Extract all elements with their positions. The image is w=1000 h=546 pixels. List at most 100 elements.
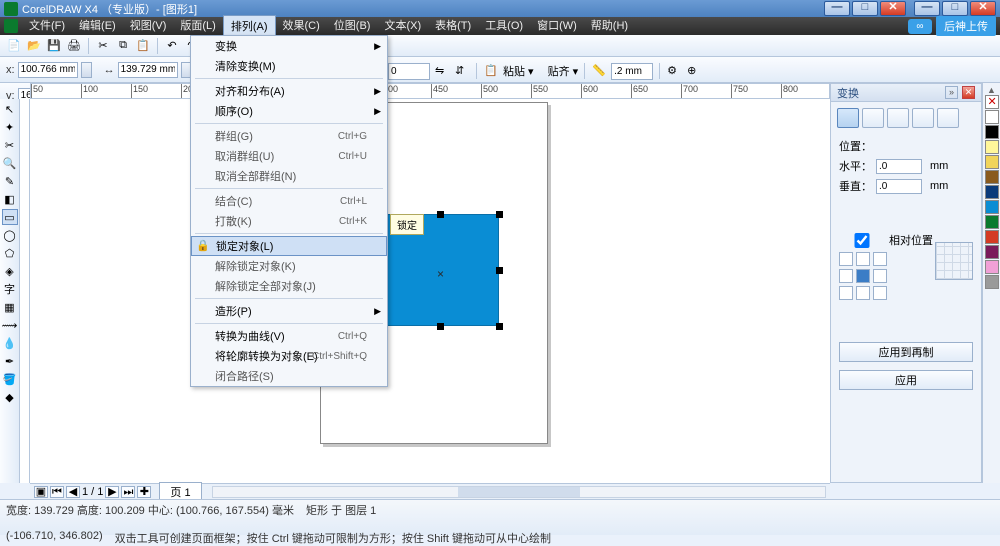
align-label[interactable]: 贴齐 ▾ [548,63,579,79]
mirror-v-button[interactable]: ⇵ [454,63,470,79]
selection-handle[interactable] [437,211,444,218]
color-swatch[interactable] [985,215,999,229]
menu-2[interactable]: 视图(V) [123,15,174,37]
docker-close-button[interactable]: ✕ [962,86,975,99]
menu-1[interactable]: 编辑(E) [72,15,123,37]
stroke-input[interactable] [611,63,653,80]
tab-add-button[interactable]: ▣ [34,486,48,498]
paste-menu[interactable]: 📋 [483,63,499,79]
doc-minimize-button[interactable]: — [824,1,850,16]
tab-skew[interactable] [937,108,959,128]
color-swatch[interactable] [985,170,999,184]
fill-tool[interactable]: 🪣 [2,371,18,387]
menu-10[interactable]: 窗口(W) [530,15,584,37]
text-tool[interactable]: 字 [2,281,18,297]
h-input[interactable] [876,159,922,174]
swatch-none[interactable]: ✕ [985,95,999,109]
relative-checkbox-input[interactable] [839,233,885,248]
undo-button[interactable]: ↶ [164,38,180,54]
extra-btn-2[interactable]: ⊕ [686,63,702,79]
menu-9[interactable]: 工具(O) [478,15,530,37]
color-swatch[interactable] [985,275,999,289]
color-swatch[interactable] [985,125,999,139]
blend-tool[interactable]: ⟿ [2,317,18,333]
menu-item[interactable]: 清除变换(M) [191,56,387,76]
ellipse-tool[interactable]: ◯ [2,227,18,243]
menu-8[interactable]: 表格(T) [428,15,478,37]
tab-position[interactable] [837,108,859,128]
table-tool[interactable]: ▦ [2,299,18,315]
selection-handle[interactable] [496,211,503,218]
canvas[interactable]: × [30,99,830,483]
v-input[interactable] [876,179,922,194]
next-page-button[interactable]: ▶ [105,486,119,498]
polygon-tool[interactable]: ⬠ [2,245,18,261]
paste-button[interactable]: 📋 [135,38,151,54]
selection-handle[interactable] [496,267,503,274]
pick-tool[interactable]: ↖ [2,101,18,117]
menu-item[interactable]: 转换为曲线(V)Ctrl+Q [191,326,387,346]
menu-item[interactable]: 将轮廓转换为对象(E)Ctrl+Shift+Q [191,346,387,366]
tab-size[interactable] [912,108,934,128]
menu-5[interactable]: 效果(C) [276,15,327,37]
x-input[interactable] [18,62,78,78]
open-button[interactable]: 📂 [26,38,42,54]
minimize-button[interactable]: — [914,1,940,16]
rectangle-tool[interactable]: ▭ [2,209,18,225]
save-button[interactable]: 💾 [46,38,62,54]
zoom-tool[interactable]: 🔍 [2,155,18,171]
tab-rotate[interactable] [862,108,884,128]
freehand-tool[interactable]: ✎ [2,173,18,189]
color-swatch[interactable] [985,245,999,259]
menu-11[interactable]: 帮助(H) [584,15,635,37]
menu-4[interactable]: 排列(A) [223,15,276,37]
rot-input[interactable] [388,63,430,80]
last-page-button[interactable]: ⏭ [121,486,135,498]
first-page-button[interactable]: ⏮ [50,486,64,498]
close-button[interactable]: ✕ [970,1,996,16]
prev-page-button[interactable]: ◀ [66,486,80,498]
outline-tool[interactable]: ✒ [2,353,18,369]
basic-shapes-tool[interactable]: ◈ [2,263,18,279]
extra-btn-1[interactable]: ⚙ [666,63,682,79]
menu-item[interactable]: 锁定对象(L)🔒 [191,236,387,256]
menu-6[interactable]: 位图(B) [327,15,378,37]
apply-duplicate-button[interactable]: 应用到再制 [839,342,973,362]
selection-handle[interactable] [437,323,444,330]
unit-icon[interactable]: 📏 [591,63,607,79]
w-input[interactable] [118,62,178,78]
interactive-fill-tool[interactable]: ◆ [2,389,18,405]
smart-fill-tool[interactable]: ◧ [2,191,18,207]
palette-up-icon[interactable]: ▲ [987,85,996,95]
menu-item[interactable]: 造形(P)▶ [191,301,387,321]
h-scrollbar[interactable] [212,486,826,498]
copy-button[interactable]: ⧉ [115,38,131,54]
doc-restore-button[interactable]: □ [852,1,878,16]
color-swatch[interactable] [985,110,999,124]
menu-item[interactable]: 对齐和分布(A)▶ [191,81,387,101]
crop-tool[interactable]: ✂ [2,137,18,153]
color-swatch[interactable] [985,260,999,274]
cloud-upload[interactable]: ∞ 后神上传 [908,16,996,36]
menu-item[interactable]: 顺序(O)▶ [191,101,387,121]
doc-close-button[interactable]: ✕ [880,1,906,16]
add-page-button[interactable]: ✚ [137,486,151,498]
shape-tool[interactable]: ✦ [2,119,18,135]
eyedropper-tool[interactable]: 💧 [2,335,18,351]
color-swatch[interactable] [985,185,999,199]
menu-0[interactable]: 文件(F) [22,15,72,37]
paste-label[interactable]: 粘贴 ▾ [503,63,534,79]
color-swatch[interactable] [985,155,999,169]
tab-scale[interactable] [887,108,909,128]
color-swatch[interactable] [985,140,999,154]
x-spinner[interactable] [81,62,92,78]
mirror-h-button[interactable]: ⇋ [434,63,450,79]
selection-handle[interactable] [496,323,503,330]
color-swatch[interactable] [985,200,999,214]
color-swatch[interactable] [985,230,999,244]
menu-7[interactable]: 文本(X) [377,15,428,37]
cut-button[interactable]: ✂ [95,38,111,54]
menu-3[interactable]: 版面(L) [173,15,222,37]
maximize-button[interactable]: □ [942,1,968,16]
print-button[interactable]: 🖨 [66,38,82,54]
